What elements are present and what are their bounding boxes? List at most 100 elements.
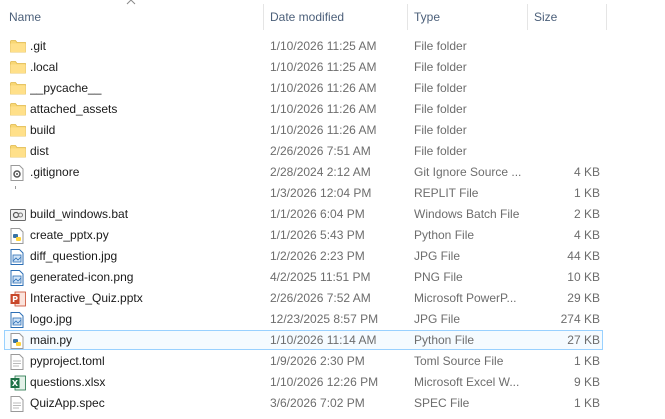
file-name: Interactive_Quiz.pptx: [30, 291, 143, 305]
file-type: File folder: [414, 60, 467, 74]
file-row[interactable]: main.py 1/10/2026 11:14 AM Python File 27 K…: [0, 330, 665, 351]
file-date-modified: 1/10/2026 12:26 PM: [270, 375, 379, 389]
image-file-icon: [10, 309, 26, 330]
file-row[interactable]: logo.jpg 12/23/2025 8:57 PM JPG File 274 KB: [0, 309, 665, 330]
file-type: Microsoft Excel W...: [414, 375, 520, 389]
file-date-modified: 12/23/2025 8:57 PM: [270, 312, 379, 326]
file-name: .local: [30, 60, 59, 74]
file-date-modified: 1/10/2026 11:25 AM: [270, 39, 377, 53]
svg-text:P: P: [12, 295, 18, 304]
gear-file-icon: [10, 162, 26, 183]
file-name: create_pptx.py: [30, 228, 109, 242]
column-header-size[interactable]: Size: [534, 0, 604, 34]
file-name: .git: [30, 39, 47, 53]
column-divider[interactable]: [407, 4, 408, 30]
file-row[interactable]: pyproject.toml 1/9/2026 2:30 PM Toml Sourc…: [0, 351, 665, 372]
file-date-modified: 3/6/2026 7:02 PM: [270, 396, 365, 410]
file-size: [530, 78, 600, 99]
column-header-date-modified[interactable]: Date modified: [270, 0, 405, 34]
file-row[interactable]: .gitignore 2/28/2024 2:12 AM Git Ignore So…: [0, 162, 665, 183]
file-row[interactable]: attached_assets 1/10/2026 11:26 AM File fo…: [0, 99, 665, 120]
file-row[interactable]: diff_question.jpg 1/2/2026 2:23 PM JPG Fil…: [0, 246, 665, 267]
file-type: Windows Batch File: [414, 207, 520, 221]
folder-icon: [10, 141, 26, 162]
file-name: build_windows.bat: [30, 207, 129, 221]
file-type: Git Ignore Source ...: [414, 165, 522, 179]
file-date-modified: 1/10/2026 11:26 AM: [270, 123, 377, 137]
folder-icon: [10, 57, 26, 78]
file-date-modified: 1/1/2026 6:04 PM: [270, 207, 365, 221]
file-row[interactable]: generated-icon.png 4/2/2025 11:51 PM PNG F…: [0, 267, 665, 288]
file-name: main.py: [30, 333, 73, 347]
file-size: 4 KB: [573, 228, 600, 242]
file-type: PNG File: [414, 270, 463, 284]
file-row[interactable]: .git 1/10/2026 11:25 AM File folder: [0, 36, 665, 57]
file-name: attached_assets: [30, 102, 118, 116]
file-list: .git 1/10/2026 11:25 AM File folder .local 1…: [0, 36, 665, 414]
file-type: File folder: [414, 123, 467, 137]
file-name: __pycache__: [30, 81, 102, 95]
file-size: [530, 120, 600, 141]
file-size: 27 KB: [567, 333, 600, 347]
file-size: [530, 99, 600, 120]
file-name: dist: [30, 144, 49, 158]
text-file-icon: [10, 351, 26, 372]
file-date-modified: 4/2/2025 11:51 PM: [270, 270, 371, 284]
file-type: Toml Source File: [414, 354, 504, 368]
file-row[interactable]: P Interactive_Quiz.pptx 2/26/2026 7:52 AM M…: [0, 288, 665, 309]
file-name: questions.xlsx: [30, 375, 106, 389]
file-name: .gitignore: [30, 165, 80, 179]
column-divider[interactable]: [263, 4, 264, 30]
svg-text:X: X: [12, 379, 19, 388]
file-size: 44 KB: [567, 249, 600, 263]
file-size: 9 KB: [573, 375, 600, 389]
file-name: pyproject.toml: [30, 354, 105, 368]
file-date-modified: 2/28/2024 2:12 AM: [270, 165, 371, 179]
folder-icon: [10, 99, 26, 120]
column-header-type[interactable]: Type: [414, 0, 524, 34]
file-row[interactable]: __pycache__ 1/10/2026 11:26 AM File folder: [0, 78, 665, 99]
file-row[interactable]: build_windows.bat 1/1/2026 6:04 PM Windows…: [0, 204, 665, 225]
file-date-modified: 1/10/2026 11:26 AM: [270, 81, 377, 95]
file-type: File folder: [414, 81, 467, 95]
file-name: build: [30, 123, 56, 137]
file-date-modified: 1/10/2026 11:14 AM: [270, 333, 377, 347]
file-size: [530, 36, 600, 57]
file-name: QuizApp.spec: [30, 396, 105, 410]
file-date-modified: 1/2/2026 2:23 PM: [270, 249, 365, 263]
folder-icon: [10, 120, 26, 141]
file-row[interactable]: create_pptx.py 1/1/2026 5:43 PM Python Fil…: [0, 225, 665, 246]
file-name: generated-icon.png: [30, 270, 134, 284]
column-header-name[interactable]: Name: [9, 0, 259, 34]
python-file-icon: [10, 330, 26, 351]
blank-icon: [10, 183, 26, 204]
file-date-modified: 2/26/2026 7:52 AM: [270, 291, 371, 305]
file-row[interactable]: .local 1/10/2026 11:25 AM File folder: [0, 57, 665, 78]
batch-file-icon: [10, 204, 26, 225]
file-size: 2 KB: [573, 207, 600, 221]
image-file-icon: [10, 246, 26, 267]
file-row[interactable]: Xquestions.xlsx 1/10/2026 12:26 PM Microso…: [0, 372, 665, 393]
file-row[interactable]: QuizApp.spec 3/6/2026 7:02 PM SPEC File 1 K…: [0, 393, 665, 414]
file-size: 29 KB: [567, 291, 600, 305]
powerpoint-file-icon: P: [10, 288, 26, 309]
file-size: 10 KB: [567, 270, 600, 284]
text-file-icon: [10, 393, 26, 414]
folder-icon: [10, 78, 26, 99]
file-type: SPEC File: [414, 396, 470, 410]
file-type: Microsoft PowerP...: [414, 291, 517, 305]
file-row[interactable]: build 1/10/2026 11:26 AM File folder: [0, 120, 665, 141]
file-date-modified: 1/10/2026 11:26 AM: [270, 102, 377, 116]
column-divider[interactable]: [606, 4, 607, 30]
image-file-icon: [10, 267, 26, 288]
file-row[interactable]: dist 2/26/2026 7:51 AM File folder: [0, 141, 665, 162]
file-date-modified: 1/1/2026 5:43 PM: [270, 228, 365, 242]
folder-icon: [10, 36, 26, 57]
file-name: diff_question.jpg: [30, 249, 118, 263]
column-divider[interactable]: [527, 4, 528, 30]
file-date-modified: 1/10/2026 11:25 AM: [270, 60, 377, 74]
file-size: 274 KB: [560, 312, 600, 326]
file-row[interactable]: 1/3/2026 12:04 PM REPLIT File 1 KB: [0, 183, 665, 204]
file-size: [530, 141, 600, 162]
file-date-modified: 1/9/2026 2:30 PM: [270, 354, 365, 368]
